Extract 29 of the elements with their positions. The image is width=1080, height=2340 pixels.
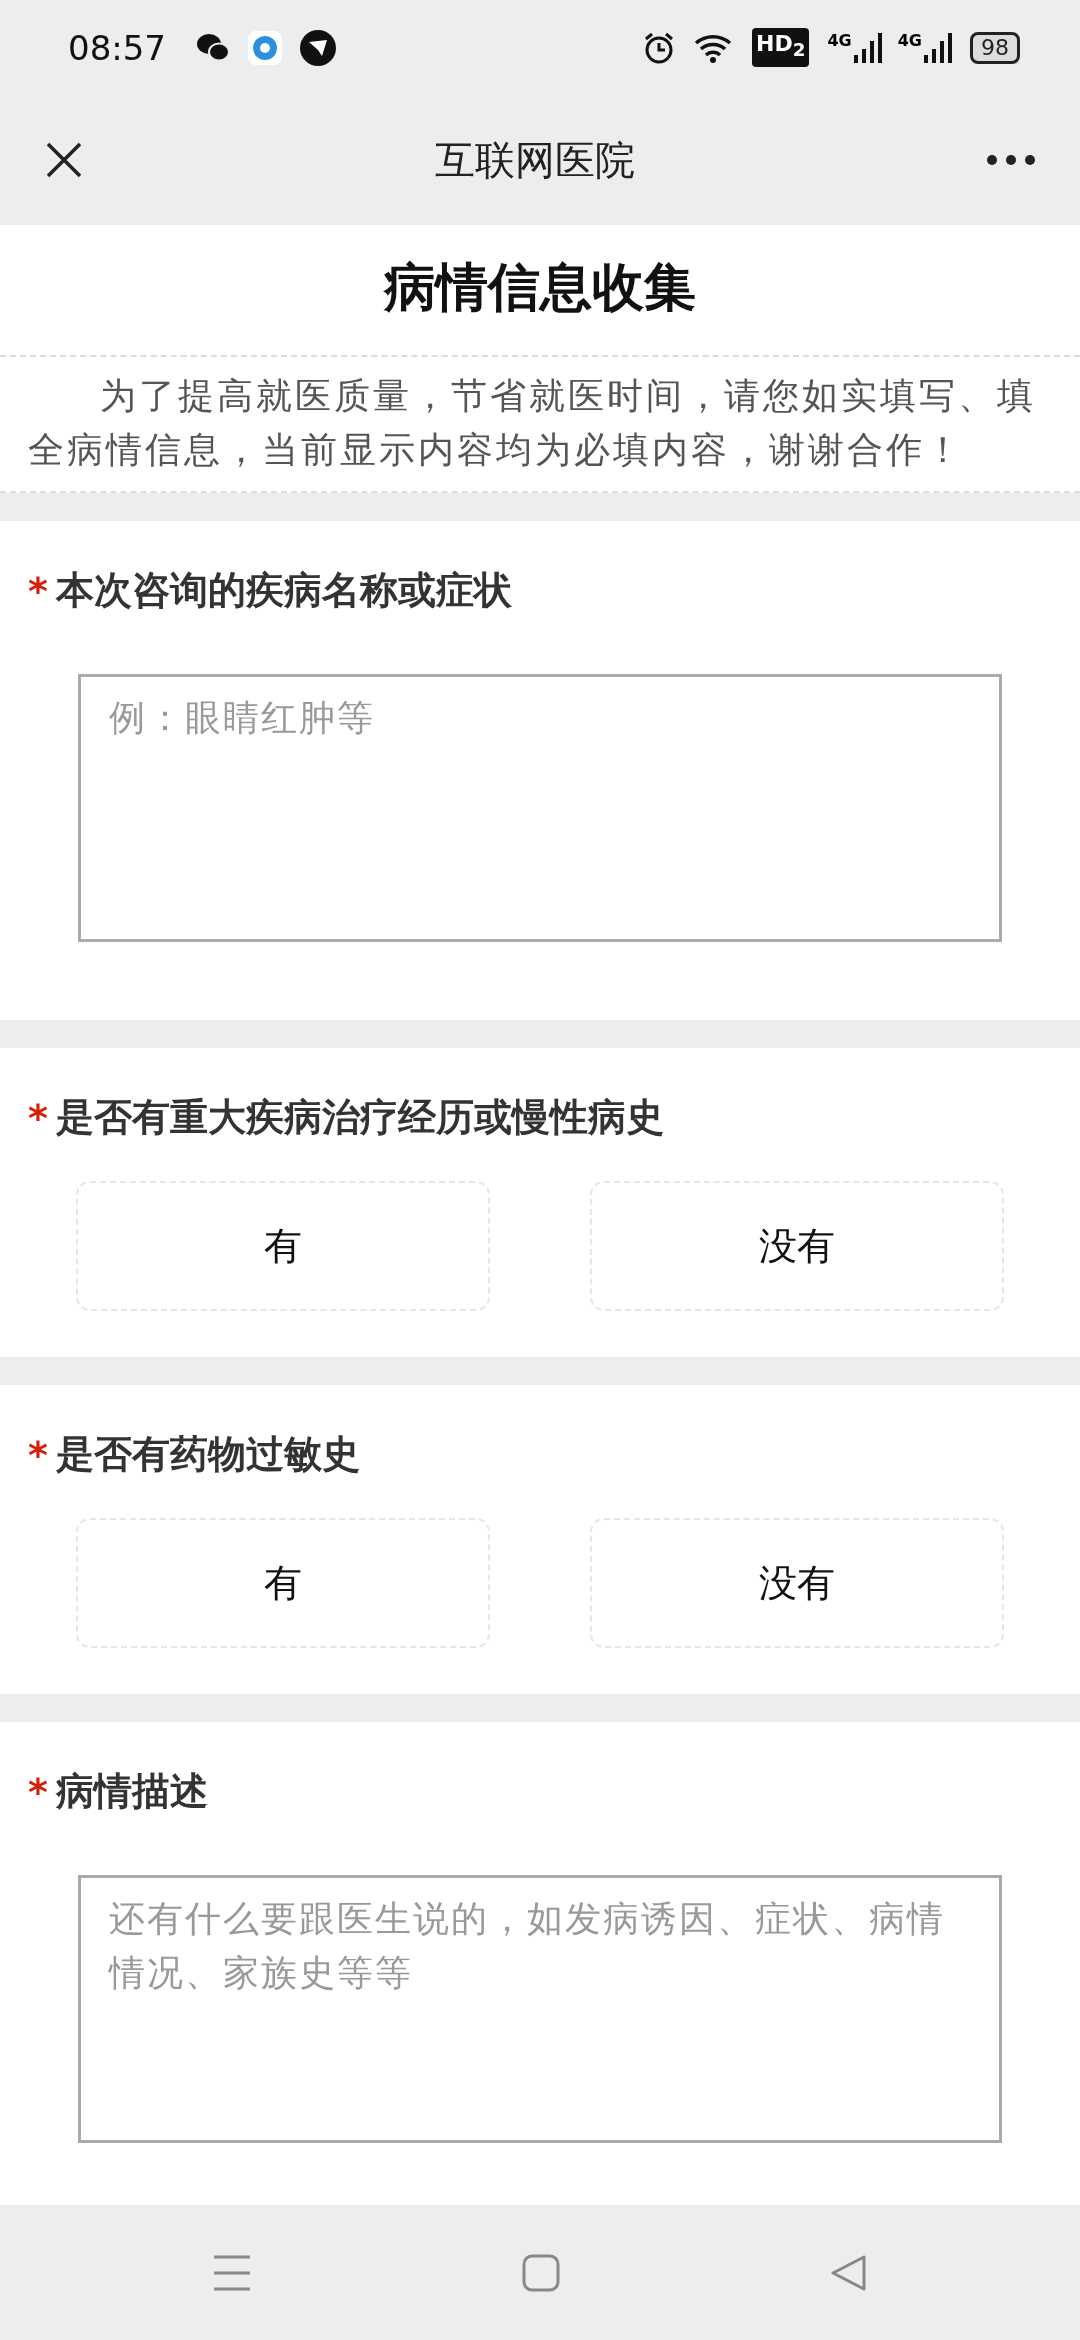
bird-app-icon bbox=[300, 29, 336, 66]
chat-icon bbox=[196, 32, 230, 63]
battery-indicator: 98 bbox=[970, 31, 1020, 64]
hd-badge: HD$_{2}$ bbox=[752, 28, 810, 67]
answer-box[interactable]: 例：眼睛红肿等 bbox=[78, 674, 1002, 942]
question-label: 是否有重大疾病治疗经历或慢性病史 bbox=[55, 1094, 664, 1141]
question-label: 是否有药物过敏史 bbox=[55, 1431, 360, 1478]
question-label: 病情描述 bbox=[55, 1768, 208, 1815]
option-button[interactable]: 有 bbox=[76, 1518, 490, 1648]
alarm-icon bbox=[642, 30, 676, 65]
option-button[interactable]: 有 bbox=[76, 1181, 490, 1311]
required-mark: * bbox=[28, 1432, 48, 1477]
status-time: 08:57 bbox=[68, 27, 166, 68]
back-icon[interactable] bbox=[830, 2253, 868, 2292]
required-mark: * bbox=[28, 568, 48, 613]
intro-text: 为了提高就医质量，节省就医时间，请您如实填写、填全病情信息，当前显示内容均为必填内容，谢谢合作！ bbox=[0, 357, 1080, 493]
option-button[interactable]: 没有 bbox=[590, 1518, 1004, 1648]
required-mark: * bbox=[28, 1095, 48, 1140]
page-title: 互联网医院 bbox=[435, 135, 635, 185]
form-title: 病情信息收集 bbox=[0, 253, 1080, 357]
circle-app-icon bbox=[248, 30, 282, 65]
home-icon[interactable] bbox=[522, 2253, 560, 2292]
menu-icon[interactable] bbox=[212, 2254, 252, 2291]
required-mark: * bbox=[28, 1769, 48, 1814]
answer-box[interactable]: 还有什么要跟医生说的，如发病诱因、症状、病情情况、家族史等等 bbox=[78, 1875, 1002, 2143]
question-label: 本次咨询的疾病名称或症状 bbox=[55, 567, 512, 614]
cellular-signal: 4G bbox=[897, 32, 952, 63]
option-button[interactable]: 没有 bbox=[590, 1181, 1004, 1311]
cellular-signal: 4G bbox=[827, 32, 882, 63]
